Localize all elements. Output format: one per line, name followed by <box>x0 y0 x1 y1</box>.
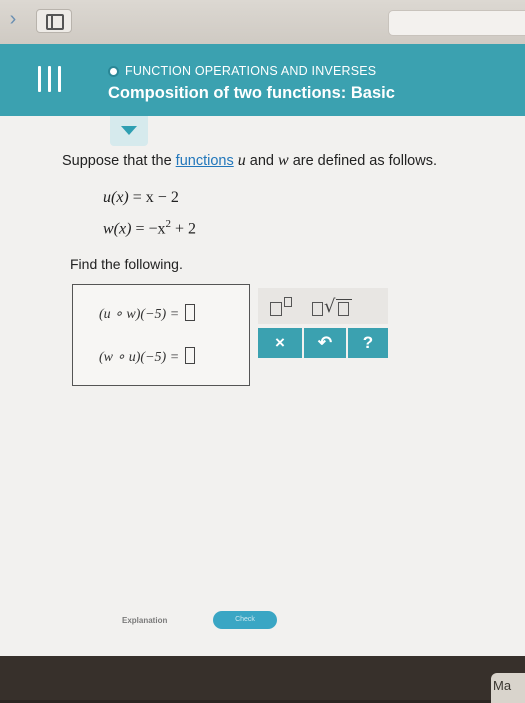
answer-row-2: (w ∘ u)(−5) = <box>99 347 195 366</box>
page: FUNCTION OPERATIONS AND INVERSES Composi… <box>0 44 525 656</box>
var-w: w <box>278 152 289 169</box>
equation-rhs: = −x <box>135 220 166 238</box>
sqrt-template-button[interactable]: √ <box>310 296 360 318</box>
lesson-title: Composition of two functions: Basic <box>108 84 395 102</box>
palette-template-row: √ <box>258 288 388 324</box>
instruction-text: Find the following. <box>70 256 183 272</box>
answer-box: (u ∘ w)(−5) = (w ∘ u)(−5) = <box>72 284 250 386</box>
equation-rhs: = x − 2 <box>132 189 179 206</box>
equation-tail: + 2 <box>170 220 197 238</box>
problem-text: and <box>245 153 278 169</box>
undo-button[interactable]: ↶ <box>304 328 346 358</box>
sidebar-toggle-button[interactable] <box>36 9 72 33</box>
help-button[interactable]: ? <box>348 328 388 358</box>
collapse-toggle-button[interactable] <box>110 116 148 146</box>
answer-input[interactable] <box>184 347 195 364</box>
equation-w: w(x) = −x2 + 2 <box>103 218 196 238</box>
device-brand-label: Ma <box>493 678 512 693</box>
problem-text: Suppose that the <box>62 153 176 169</box>
math-tool-palette: √ × ↶ ? <box>258 288 388 368</box>
clear-button[interactable]: × <box>258 328 302 358</box>
problem-text: are defined as follows. <box>288 153 437 169</box>
equation-u: u(x) = x − 2 <box>103 189 179 207</box>
check-button[interactable]: Check <box>213 611 277 629</box>
sidebar-icon <box>46 14 64 30</box>
problem-statement: Suppose that the functions u and w are d… <box>62 152 437 170</box>
answer-input[interactable] <box>184 304 195 321</box>
radical-icon: √ <box>324 296 336 317</box>
exponent-template-button[interactable] <box>268 296 296 318</box>
topic-label: FUNCTION OPERATIONS AND INVERSES <box>108 63 376 79</box>
chevron-down-icon <box>121 126 137 135</box>
page-header: FUNCTION OPERATIONS AND INVERSES Composi… <box>0 44 525 116</box>
action-bar: Explanation Check <box>0 604 525 644</box>
address-bar[interactable] <box>388 10 525 36</box>
answer-expression: (u ∘ w)(−5) = <box>99 307 180 322</box>
hamburger-icon[interactable] <box>38 66 64 92</box>
equation-lhs: u(x) <box>103 189 129 206</box>
monitor-bezel <box>0 656 525 700</box>
equation-lhs: w(x) <box>103 220 132 238</box>
answer-expression: (w ∘ u)(−5) = <box>99 350 180 365</box>
browser-toolbar: › <box>0 0 525 44</box>
functions-link[interactable]: functions <box>176 153 234 169</box>
topic-text: FUNCTION OPERATIONS AND INVERSES <box>125 64 377 78</box>
var-u: u <box>237 152 246 169</box>
answer-row-1: (u ∘ w)(−5) = <box>99 304 195 323</box>
status-dot-icon <box>108 65 119 77</box>
explanation-link[interactable]: Explanation <box>122 616 167 625</box>
chevron-right-icon[interactable]: › <box>0 8 26 32</box>
